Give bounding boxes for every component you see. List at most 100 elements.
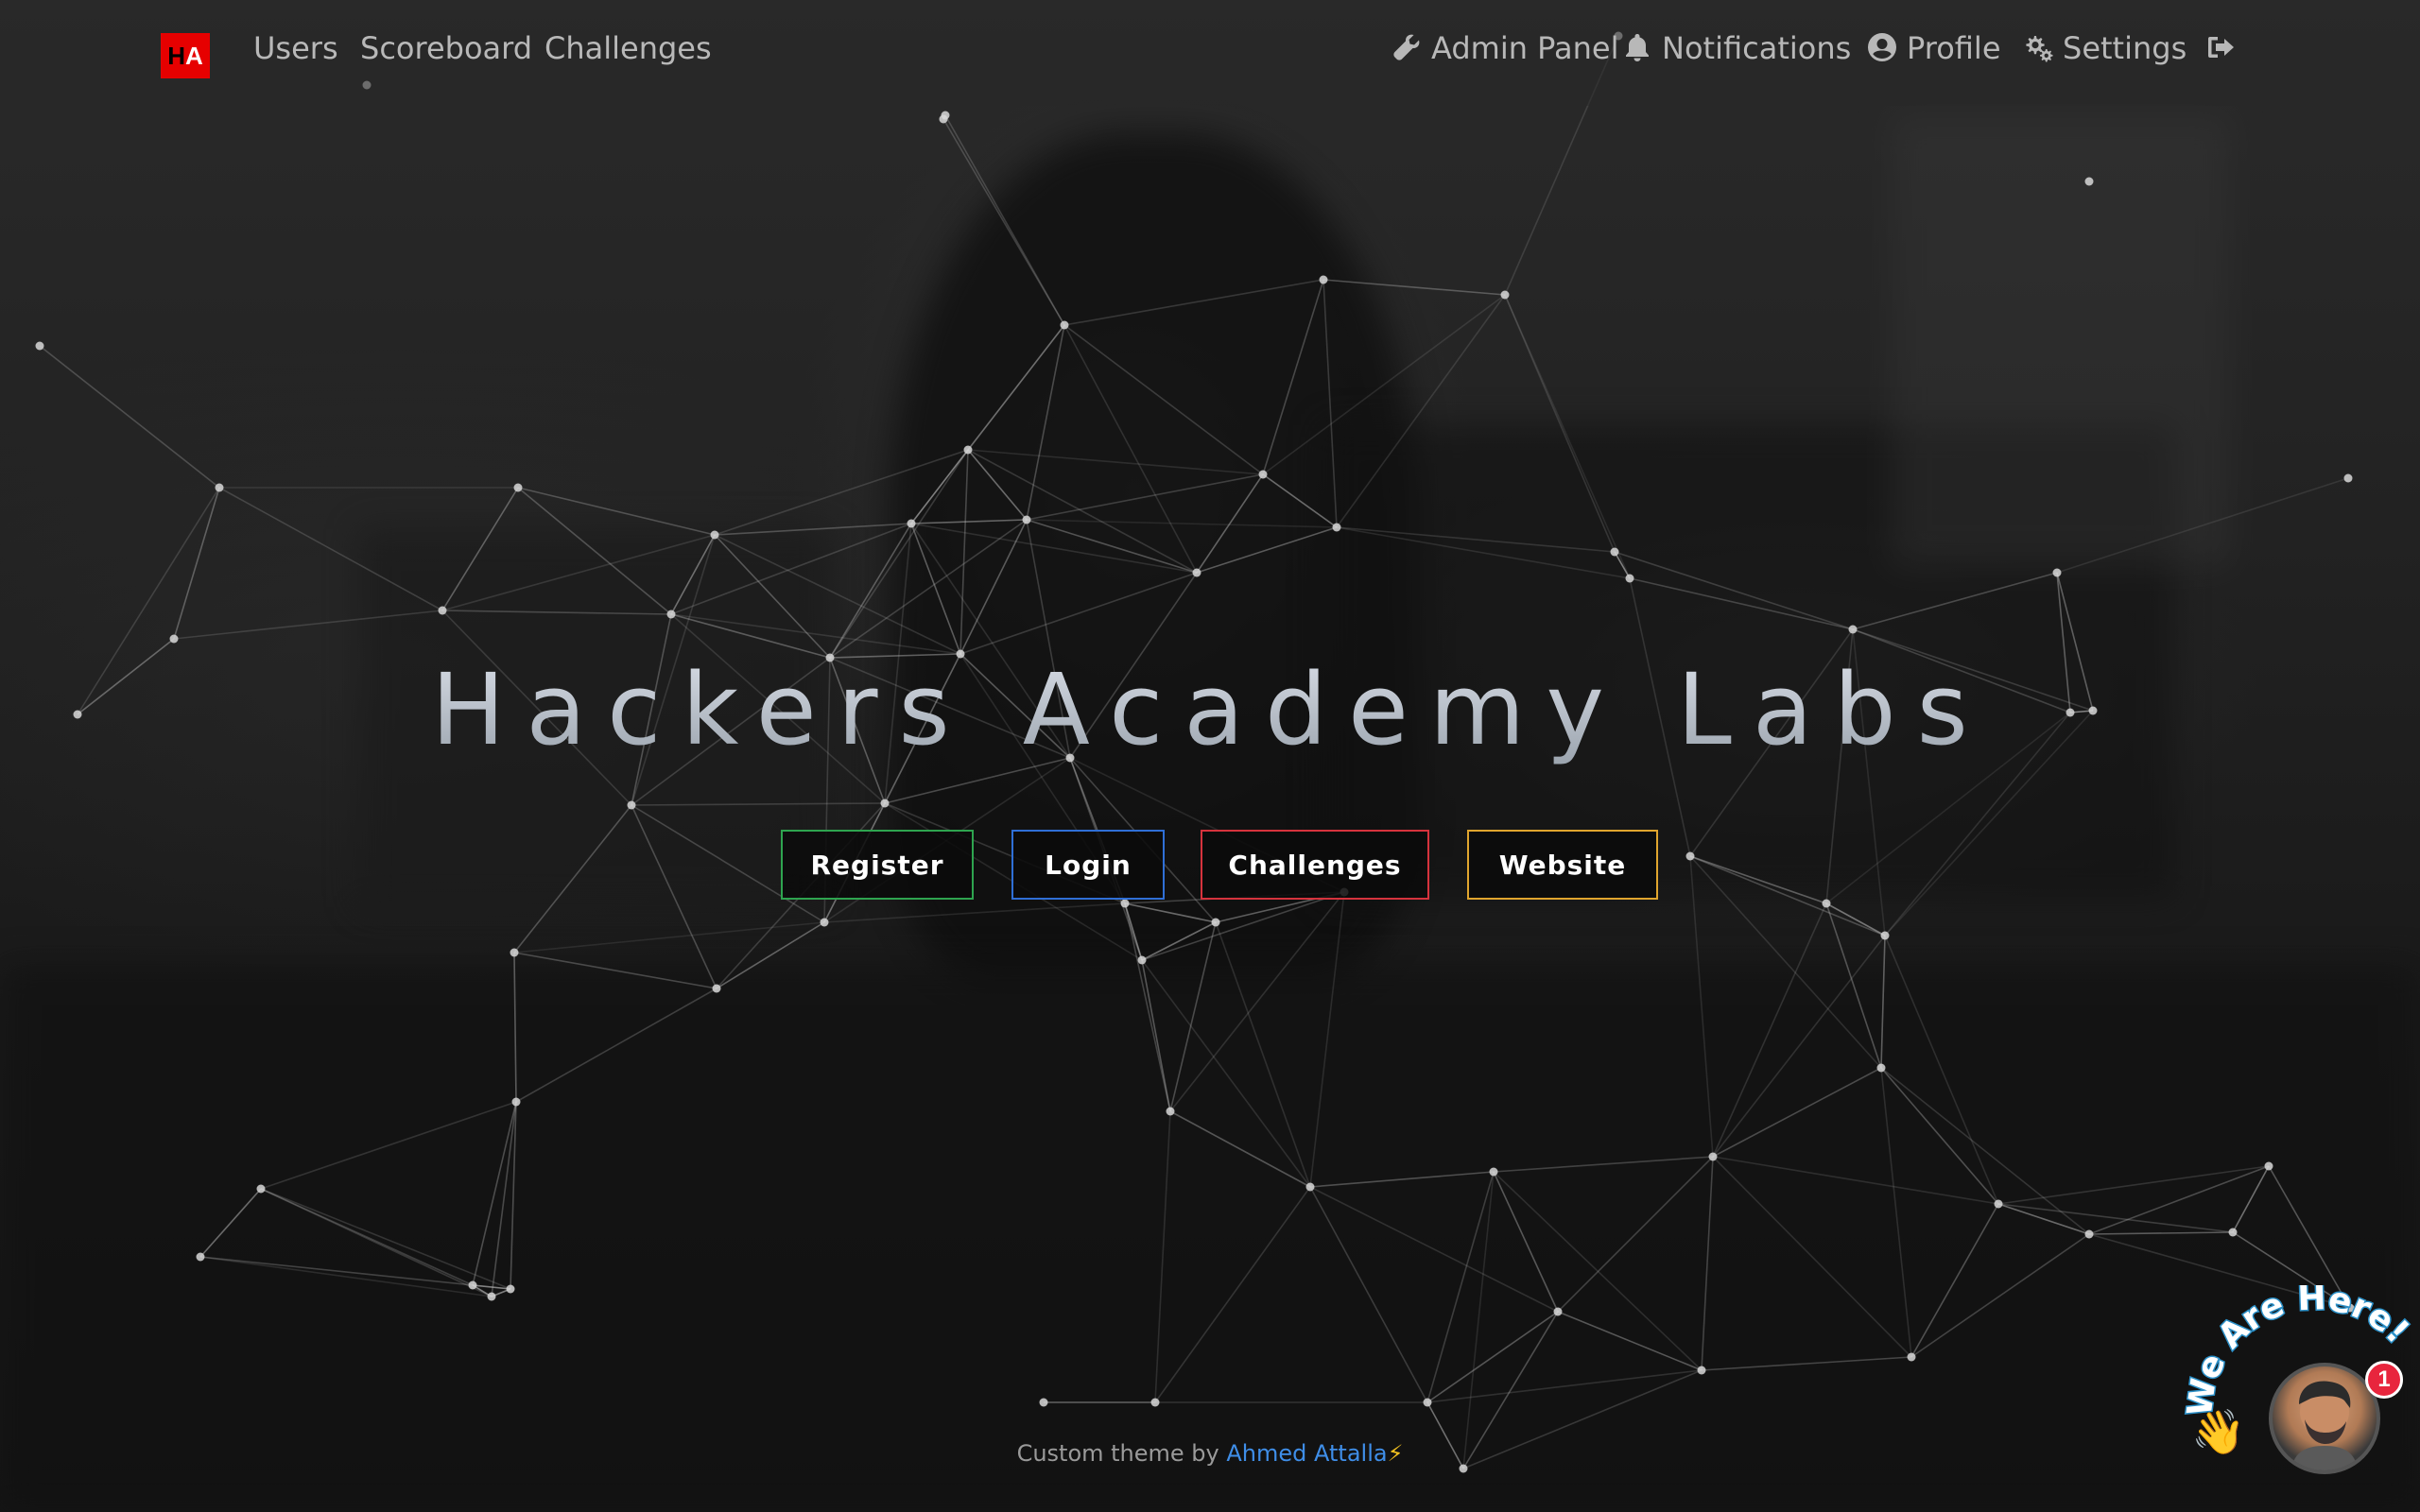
network-link <box>1336 294 1506 528</box>
network-link <box>1063 279 1324 326</box>
register-button[interactable]: Register <box>781 830 974 900</box>
bell-icon <box>1622 32 1652 62</box>
network-link <box>1215 921 1311 1188</box>
network-link <box>1712 1156 1999 1205</box>
network-link <box>716 921 825 989</box>
network-link <box>910 519 1028 524</box>
network-link <box>1026 473 1264 521</box>
network-link <box>942 118 1065 326</box>
network-link <box>260 1188 511 1290</box>
network-node <box>1553 1307 1563 1316</box>
sign-out-icon <box>2206 32 2237 62</box>
network-link <box>1124 902 1171 1112</box>
network-link <box>1336 526 1631 579</box>
network-link <box>714 534 831 659</box>
network-link <box>1557 1156 1714 1313</box>
network-node <box>2343 473 2353 483</box>
network-node <box>468 1280 477 1290</box>
network-node <box>256 1184 266 1194</box>
chat-avatar[interactable] <box>2269 1363 2380 1474</box>
user-circle-icon <box>1867 32 1897 62</box>
network-link <box>513 952 517 1103</box>
network-node <box>487 1292 496 1301</box>
network-link <box>1336 526 1616 553</box>
network-link <box>173 487 220 640</box>
network-link <box>1169 1110 1311 1188</box>
network-link <box>1026 519 1338 528</box>
network-link <box>1852 572 2058 630</box>
network-link <box>1462 1171 1495 1469</box>
network-link <box>1309 1186 1559 1313</box>
network-node <box>1625 574 1634 583</box>
nav-notifications[interactable]: Notifications <box>1622 30 1851 66</box>
network-link <box>1689 855 1714 1158</box>
network-link <box>1880 935 1886 1069</box>
network-link <box>441 534 716 611</box>
network-node <box>2228 1228 2238 1237</box>
network-link <box>1493 1171 1559 1313</box>
network-link <box>2088 1165 2270 1235</box>
network-node <box>1907 1352 1916 1362</box>
network-link <box>1614 551 1854 630</box>
network-link <box>1026 324 1065 521</box>
network-node <box>1822 899 1831 908</box>
network-node <box>1305 1182 1315 1192</box>
network-node <box>1319 275 1328 284</box>
hero-title: Hackers Academy Labs <box>0 652 2420 767</box>
nav-logout[interactable] <box>2206 30 2246 66</box>
network-link <box>1689 855 1882 1069</box>
nav-users[interactable]: Users <box>253 30 338 66</box>
network-link <box>1493 1156 1714 1173</box>
network-node <box>215 483 224 492</box>
network-node <box>438 606 447 615</box>
network-node <box>710 530 719 540</box>
network-node <box>712 984 721 993</box>
network-link <box>1063 324 1264 475</box>
nav-admin-panel[interactable]: Admin Panel <box>1392 30 1618 66</box>
network-link <box>829 449 969 659</box>
network-link <box>1880 1067 1912 1358</box>
lightning-icon: ⚡ <box>1387 1440 1404 1467</box>
network-node <box>1500 290 1510 300</box>
network-link <box>1063 324 1198 574</box>
network-link <box>1712 935 1886 1158</box>
network-link <box>1701 1356 1912 1371</box>
brand-logo[interactable]: HA <box>161 33 210 78</box>
network-link <box>829 523 912 659</box>
network-link <box>670 534 716 615</box>
footer-author-link[interactable]: Ahmed Attalla <box>1226 1440 1387 1467</box>
network-link <box>513 952 717 989</box>
network-link <box>1997 1165 2270 1205</box>
network-link <box>631 804 717 989</box>
network-link <box>1309 1171 1495 1188</box>
login-button[interactable]: Login <box>1011 830 1165 900</box>
network-node <box>1258 470 1268 479</box>
network-link <box>1262 473 1338 528</box>
network-link <box>1997 1203 2234 1233</box>
website-button[interactable]: Website <box>1467 830 1658 900</box>
nav-profile[interactable]: Profile <box>1867 30 2001 66</box>
network-link <box>967 449 1264 475</box>
nav-settings-label: Settings <box>2063 30 2187 66</box>
nav-scoreboard[interactable]: Scoreboard <box>360 30 532 66</box>
network-node <box>1060 320 1069 330</box>
network-link <box>823 902 1126 923</box>
challenges-button[interactable]: Challenges <box>1201 830 1429 900</box>
top-navbar: HA Users Scoreboard Challenges Admin Pan… <box>0 0 2420 106</box>
network-link <box>2088 1231 2234 1235</box>
network-node <box>510 948 519 957</box>
network-node <box>820 918 829 927</box>
network-link <box>1712 1156 1912 1358</box>
network-link <box>1196 526 1338 574</box>
network-node <box>2084 1229 2094 1239</box>
network-node <box>1489 1167 1498 1177</box>
network-link <box>218 487 443 611</box>
network-link <box>1141 959 1311 1188</box>
logo-letter-a: A <box>185 41 203 70</box>
network-link <box>1141 921 1217 961</box>
nav-settings[interactable]: Settings <box>2023 30 2187 66</box>
nav-challenges[interactable]: Challenges <box>544 30 712 66</box>
network-node <box>1192 568 1201 577</box>
network-node <box>1685 851 1695 861</box>
chat-widget[interactable]: We Are Here! 1 👋 <box>2174 1285 2420 1512</box>
